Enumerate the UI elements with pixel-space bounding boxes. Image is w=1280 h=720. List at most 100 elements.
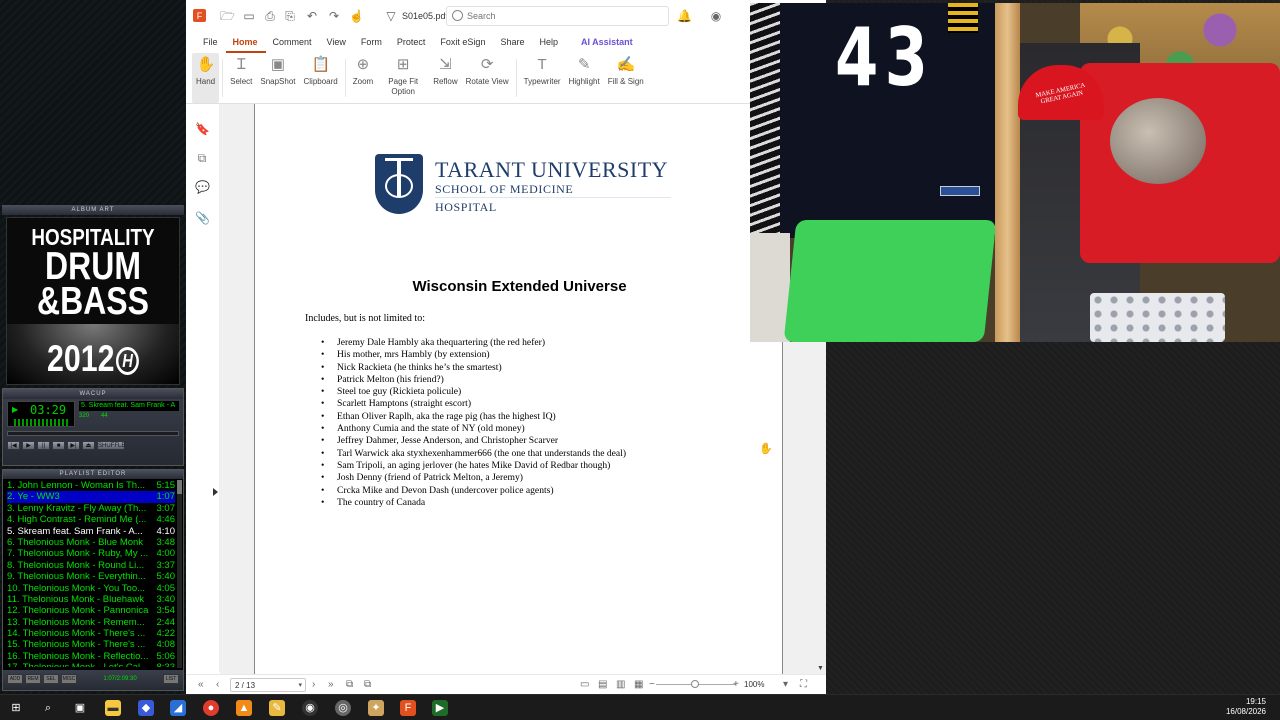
- vlc-icon[interactable]: ▲: [236, 700, 252, 716]
- first-page-icon[interactable]: «: [198, 679, 204, 691]
- menu-tab-comment[interactable]: Comment: [266, 33, 320, 53]
- foxit-taskbar-icon[interactable]: F: [400, 700, 416, 716]
- select-tool-button[interactable]: Ɪ Select: [226, 53, 256, 103]
- zoom-tool-button[interactable]: ⊕ Zoom: [349, 53, 377, 103]
- playlist-item[interactable]: 17. Thelonious Monk - Let's Cal...8:33: [7, 662, 175, 667]
- clipboard-tool-button[interactable]: 📋 Clipboard: [300, 53, 342, 103]
- task-view-icon[interactable]: ▣: [72, 700, 88, 716]
- previous-page-icon[interactable]: ‹: [216, 679, 219, 691]
- clock[interactable]: 19:15 16/08/2026: [1226, 697, 1266, 717]
- album-art-titlebar[interactable]: ALBUM ART: [2, 205, 184, 215]
- play-button[interactable]: ▶: [22, 441, 35, 450]
- redo-icon[interactable]: ↷: [327, 9, 341, 23]
- single-page-icon[interactable]: ▭: [580, 679, 589, 691]
- page-fit-tool-button[interactable]: ⊞ Page Fit Option: [377, 53, 429, 103]
- comments-icon[interactable]: 💬: [195, 180, 210, 194]
- previous-button[interactable]: |◀: [7, 441, 20, 450]
- playlist-item[interactable]: 13. Thelonious Monk - Remem... 2:44: [7, 617, 175, 628]
- winamp-taskbar-icon[interactable]: ▶: [432, 700, 448, 716]
- rotate-view-tool-button[interactable]: ⟳ Rotate View: [462, 53, 513, 103]
- menu-tab-share[interactable]: Share: [493, 33, 532, 53]
- zoom-dropdown-icon[interactable]: ▾: [783, 679, 788, 691]
- playlist-item[interactable]: 11. Thelonious Monk - Bluehawk 3:40: [7, 594, 175, 605]
- pdf-page[interactable]: TARANT UNIVERSITY SCHOOL OF MEDICINE HOS…: [254, 104, 783, 674]
- facing-page-icon[interactable]: ▥: [616, 679, 625, 691]
- bookmark-icon[interactable]: 🔖: [195, 122, 210, 136]
- visualizer[interactable]: [14, 419, 70, 426]
- hand-dropdown-icon[interactable]: ☝: [349, 9, 364, 23]
- playlist-item[interactable]: 7. Thelonious Monk - Ruby, My ... 4:00: [7, 548, 175, 559]
- playlist-item[interactable]: 10. Thelonious Monk - You Too... 4:05: [7, 583, 175, 594]
- continuous-facing-icon[interactable]: ▦: [634, 679, 643, 691]
- app-icon-9[interactable]: ✦: [368, 700, 384, 716]
- playlist-item[interactable]: 4. High Contrast - Remind Me (... 4:46: [7, 514, 175, 525]
- playlist-scroll-thumb[interactable]: [177, 480, 182, 494]
- zoom-out-icon[interactable]: −: [649, 679, 655, 691]
- foxit-logo-icon[interactable]: F: [193, 9, 206, 22]
- menu-tab-home[interactable]: Home: [225, 33, 266, 53]
- menu-tab-help[interactable]: Help: [532, 33, 566, 53]
- pages-icon[interactable]: ⧉: [195, 151, 209, 165]
- taskbar-search-icon[interactable]: ⌕: [40, 700, 56, 716]
- playlist-item[interactable]: 12. Thelonious Monk - Pannonica 3:54: [7, 605, 175, 616]
- split-view-icon[interactable]: ⧉: [364, 679, 371, 691]
- app-icon-3[interactable]: ◢: [170, 700, 186, 716]
- undo-icon[interactable]: ↶: [305, 9, 319, 23]
- search-input[interactable]: [467, 9, 662, 23]
- seek-bar[interactable]: [7, 431, 179, 436]
- page-number-box[interactable]: 2 / 13 ▾: [230, 678, 306, 692]
- menu-tab-view[interactable]: View: [320, 33, 354, 53]
- last-page-icon[interactable]: »: [328, 679, 334, 691]
- playlist-titlebar[interactable]: PLAYLIST EDITOR: [3, 470, 183, 479]
- panel-expand-icon[interactable]: [213, 488, 218, 496]
- track-time[interactable]: 03:29: [30, 403, 66, 417]
- add-button[interactable]: ADD: [7, 674, 23, 684]
- hand-tool-button[interactable]: ✋ Hand: [192, 53, 220, 103]
- menu-tab-form[interactable]: Form: [354, 33, 390, 53]
- scroll-down-arrow-icon[interactable]: ▼: [817, 665, 824, 672]
- playlist-item[interactable]: 3. Lenny Kravitz - Fly Away (Th... 3:07: [7, 503, 175, 514]
- zoom-slider-thumb[interactable]: [691, 680, 699, 688]
- app-icon-8[interactable]: ◎: [335, 700, 351, 716]
- save-icon[interactable]: ▭: [242, 9, 256, 23]
- continuous-page-icon[interactable]: ▤: [598, 679, 607, 691]
- attachment-icon[interactable]: 📎: [195, 211, 210, 225]
- copy-view-icon[interactable]: ⧉: [346, 679, 353, 691]
- highlight-tool-button[interactable]: ✎ Highlight: [565, 53, 604, 103]
- notification-bell-icon[interactable]: 🔔: [677, 9, 692, 23]
- playlist-item[interactable]: 2. Ye - WW3 1:07: [7, 491, 175, 503]
- app-icon-2[interactable]: ◆: [138, 700, 154, 716]
- zoom-level[interactable]: 100%: [744, 680, 764, 689]
- open-folder-icon[interactable]: 🗁: [220, 9, 235, 23]
- menu-tab-file[interactable]: File: [196, 33, 226, 53]
- file-dropdown-icon[interactable]: ▽: [384, 9, 398, 23]
- playlist-item[interactable]: 8. Thelonious Monk - Round Li... 3:37: [7, 560, 175, 571]
- search-box[interactable]: [446, 6, 669, 26]
- pause-button[interactable]: ||: [37, 441, 50, 450]
- playlist-item[interactable]: 9. Thelonious Monk - Everythin... 5:40: [7, 571, 175, 582]
- file-explorer-icon[interactable]: ▬: [105, 700, 121, 716]
- stop-button[interactable]: ■: [52, 441, 65, 450]
- chrome-icon[interactable]: ●: [203, 700, 219, 716]
- page-dropdown-icon[interactable]: ▾: [298, 681, 302, 689]
- account-icon[interactable]: ◉: [709, 9, 723, 23]
- print-icon[interactable]: ⎙: [263, 9, 277, 23]
- menu-tab-foxit-esign[interactable]: Foxit eSign: [433, 33, 493, 53]
- eject-button[interactable]: ⏏: [82, 441, 95, 450]
- playlist-item[interactable]: 15. Thelonious Monk - There's ... 4:08: [7, 639, 175, 650]
- shuffle-button[interactable]: SHUFFLE: [97, 441, 125, 450]
- playlist-item[interactable]: 16. Thelonious Monk - Reflectio... 5:06: [7, 651, 175, 662]
- fill-sign-tool-button[interactable]: ✍ Fill & Sign: [604, 53, 648, 103]
- fullscreen-icon[interactable]: ⛶: [800, 679, 807, 691]
- next-page-icon[interactable]: ›: [312, 679, 315, 691]
- wacup-titlebar[interactable]: WACUP: [3, 389, 183, 399]
- zoom-in-icon[interactable]: +: [733, 679, 739, 691]
- misc-button[interactable]: MISC: [61, 674, 77, 684]
- list-options-button[interactable]: LIST: [163, 674, 179, 684]
- select-button[interactable]: SEL: [43, 674, 59, 684]
- playlist-scrollbar[interactable]: [177, 480, 182, 668]
- typewriter-tool-button[interactable]: T Typewriter: [520, 53, 565, 103]
- remove-button[interactable]: REM: [25, 674, 41, 684]
- next-button[interactable]: ▶|: [67, 441, 80, 450]
- obs-icon[interactable]: ◉: [302, 700, 318, 716]
